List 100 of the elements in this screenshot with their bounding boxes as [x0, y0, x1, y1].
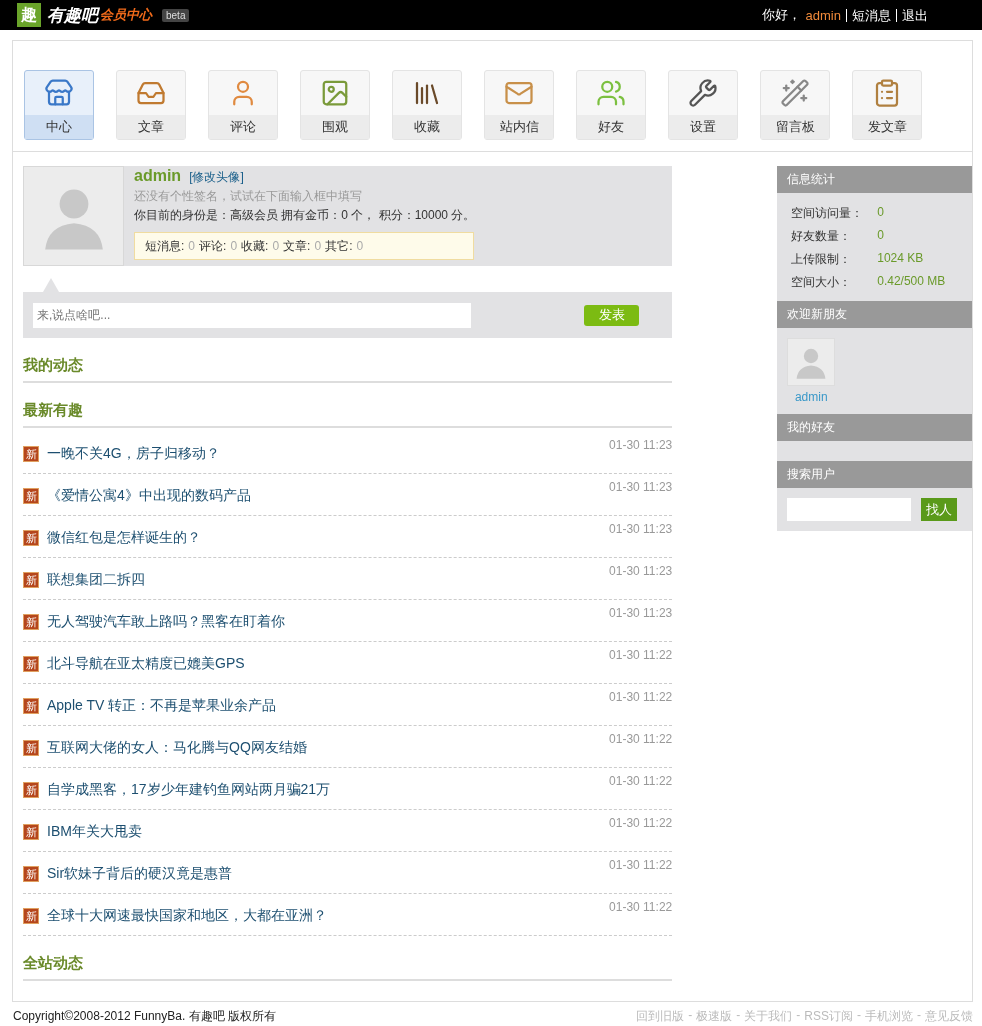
signature-text: 还没有个性签名，试试在下面输入框中填写 [134, 188, 363, 205]
edit-avatar-link[interactable]: [修改头像] [189, 169, 244, 186]
stat-value: 0.42/500 MB [877, 274, 947, 290]
stat-label: 好友数量： [791, 228, 853, 245]
article-link[interactable]: 联想集团二拆四 [47, 571, 145, 589]
nav-tab[interactable]: 收藏 [392, 70, 462, 140]
count-label: 文章: [283, 237, 311, 255]
nav-icon [596, 78, 626, 108]
article-link[interactable]: 北斗导航在亚太精度已媲美GPS [47, 655, 245, 673]
nav-tab[interactable]: 站内信 [484, 70, 554, 140]
new-badge-icon: 新 [23, 908, 39, 924]
nav-tab[interactable]: 发文章 [852, 70, 922, 140]
section-title: 全站动态 [23, 954, 673, 981]
nav-icon [688, 78, 718, 108]
stat-value: 1024 KB [877, 251, 925, 267]
logo-name: 有趣吧 [47, 4, 98, 27]
link-separator: - [688, 1008, 693, 1024]
count-value: 0 [356, 239, 364, 253]
new-badge-icon: 新 [23, 614, 39, 630]
logo-mark: 趣 [17, 3, 41, 27]
article-time: 01-30 11:22 [609, 858, 673, 874]
nav-tab[interactable]: 留言板 [760, 70, 830, 140]
logo-subtitle: 会员中心 [100, 6, 152, 22]
link-separator: - [736, 1008, 741, 1024]
article-time: 01-30 11:23 [609, 564, 673, 580]
nav-label: 收藏 [393, 115, 461, 139]
status-text: 你目前的身份是：高级会员 拥有金币：0 个， 积分：10000 分。 [134, 207, 476, 224]
profile-name: admin [134, 167, 182, 185]
count-value: 0 [230, 239, 238, 253]
stat-value: 0 [877, 205, 885, 221]
article-link[interactable]: IBM年关大甩卖 [47, 823, 142, 841]
friend-avatar[interactable] [787, 338, 836, 386]
article-time: 01-30 11:22 [609, 690, 673, 706]
new-badge-icon: 新 [23, 572, 39, 588]
nav-tab[interactable]: 设置 [668, 70, 738, 140]
link-separator: - [796, 1008, 801, 1024]
nav-tab[interactable]: 评论 [208, 70, 278, 140]
nav-label: 文章 [117, 115, 185, 139]
nav-tab[interactable]: 中心 [24, 70, 94, 140]
article-link[interactable]: 互联网大佬的女人：马化腾与QQ网友结婚 [47, 739, 307, 757]
sidebar-heading: 欢迎新朋友 [777, 301, 972, 328]
sidebar-heading: 信息统计 [777, 166, 972, 193]
article-link[interactable]: 自学成黑客，17岁少年建钓鱼网站两月骗21万 [47, 781, 331, 799]
top-link[interactable]: 退出 [896, 8, 928, 22]
article-time: 01-30 11:22 [609, 732, 673, 748]
article-link[interactable]: Apple TV 转正：不再是苹果业余产品 [47, 697, 277, 715]
count-label: 收藏: [241, 237, 269, 255]
top-link[interactable]: 短消息 [846, 8, 891, 22]
nav-label: 发文章 [853, 115, 921, 139]
stat-label: 空间大小： [791, 274, 853, 291]
stat-label: 空间访问量： [791, 205, 865, 222]
copyright-text: Copyright©2008-2012 FunnyBa. 有趣吧 版权所有 [13, 1008, 276, 1025]
nav-icon [44, 78, 74, 108]
new-badge-icon: 新 [23, 530, 39, 546]
count-label: 评论: [199, 237, 227, 255]
username-link[interactable]: admin [805, 7, 841, 23]
link-separator: - [857, 1008, 861, 1024]
count-value: 0 [314, 239, 322, 253]
article-time: 01-30 11:22 [609, 648, 673, 664]
nav-icon [320, 78, 350, 108]
post-input[interactable]: 来,说点啥吧... [33, 302, 471, 328]
nav-tab[interactable]: 围观 [300, 70, 370, 140]
new-badge-icon: 新 [23, 782, 39, 798]
new-badge-icon: 新 [23, 656, 39, 672]
new-badge-icon: 新 [23, 866, 39, 882]
nav-tab[interactable]: 文章 [116, 70, 186, 140]
article-link[interactable]: 微信红包是怎样诞生的？ [47, 529, 201, 547]
nav-label: 中心 [25, 115, 93, 139]
new-badge-icon: 新 [23, 740, 39, 756]
nav-label: 设置 [669, 115, 737, 139]
nav-label: 站内信 [485, 115, 553, 139]
article-time: 01-30 11:22 [609, 900, 673, 916]
sidebar-heading: 我的好友 [777, 414, 972, 441]
article-time: 01-30 11:22 [609, 816, 673, 832]
user-search-input[interactable] [787, 498, 912, 521]
count-value: 0 [272, 239, 280, 253]
article-link[interactable]: 无人驾驶汽车敢上路吗？黑客在盯着你 [47, 613, 285, 631]
new-badge-icon: 新 [23, 698, 39, 714]
article-time: 01-30 11:22 [609, 774, 673, 790]
sidebar-heading: 搜索用户 [777, 461, 972, 488]
count-value: 0 [188, 239, 196, 253]
article-link[interactable]: 《爱情公寓4》中出现的数码产品 [47, 487, 251, 505]
article-time: 01-30 11:23 [609, 522, 673, 538]
nav-tab[interactable]: 好友 [576, 70, 646, 140]
article-link[interactable]: Sir软妹子背后的硬汉竟是惠普 [47, 865, 233, 883]
article-link[interactable]: 一晚不关4G，房子归移动？ [47, 445, 220, 463]
nav-label: 好友 [577, 115, 645, 139]
article-time: 01-30 11:23 [609, 438, 673, 454]
article-time: 01-30 11:23 [609, 606, 673, 622]
count-label: 其它: [325, 237, 353, 255]
article-link[interactable]: 全球十大网速最快国家和地区，大都在亚洲？ [47, 907, 327, 925]
stat-label: 上传限制： [791, 251, 853, 268]
nav-icon [780, 78, 810, 108]
link-separator: - [917, 1008, 921, 1024]
new-badge-icon: 新 [23, 488, 39, 504]
section-title: 最新有趣 [23, 401, 673, 428]
stat-value: 0 [877, 228, 885, 244]
nav-label: 留言板 [761, 115, 829, 139]
beta-badge: beta [162, 8, 190, 22]
nav-label: 围观 [301, 115, 369, 139]
